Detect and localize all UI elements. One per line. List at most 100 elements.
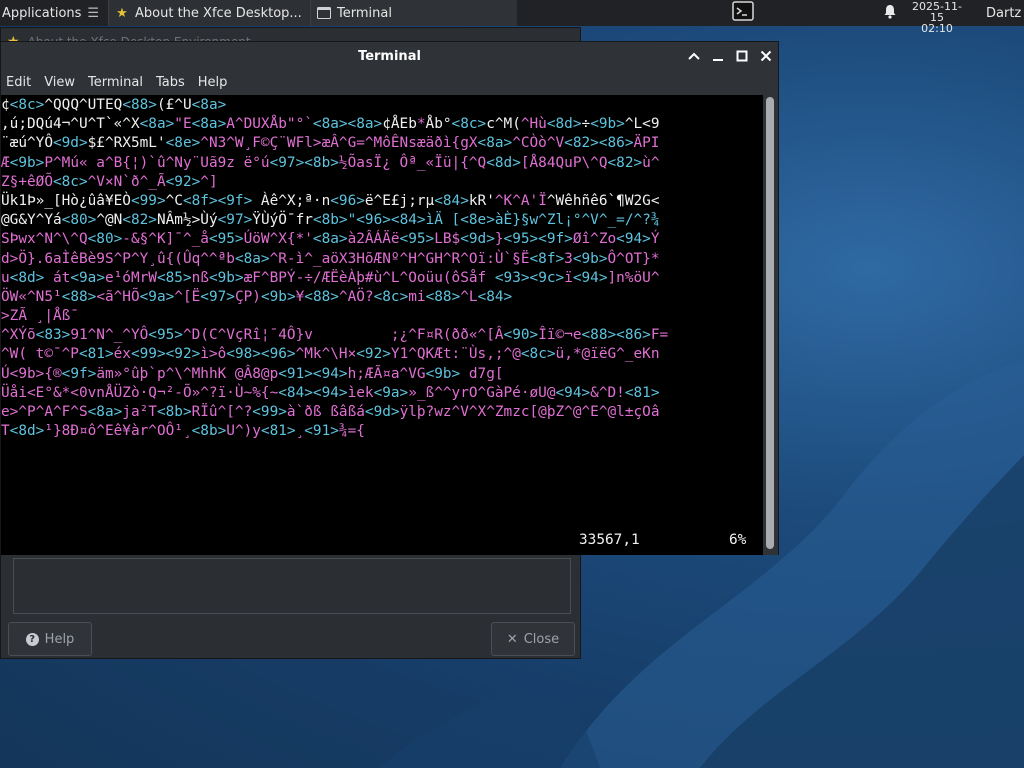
terminal-segment: <98><96> xyxy=(226,346,296,363)
terminal-line: ¢<8c>^QQQ^UTEQ<88>(£^U<8a> xyxy=(1,96,668,115)
terminal-segment: ^CÒò^V xyxy=(512,135,565,152)
terminal-segment: [Å84QuP\^Q xyxy=(520,154,608,171)
terminal-segment: ^Wêhñê6`¶W2G< xyxy=(546,192,660,209)
terminal-segment: nß xyxy=(191,269,209,286)
menu-edit[interactable]: Edit xyxy=(1,75,39,90)
clock[interactable]: 2025-11-15 02:10 xyxy=(906,1,968,34)
terminal-segment: <8d> xyxy=(9,269,45,286)
terminal-segment: Ük1Þ»_[Hò¿ûâ¥EÒ xyxy=(1,192,131,209)
terminal-segment: <97> xyxy=(217,212,253,229)
terminal-segment: <8f><9f> xyxy=(182,192,253,209)
terminal-segment: ^R-ì^_aöX3HõÆNº^H^GH^R^Oï:Ù`§Ë xyxy=(269,250,530,267)
scrollbar[interactable] xyxy=(763,95,778,555)
terminal-text: ¢<8c>^QQQ^UTEQ<88>(£^U<8a> ,ú;DQú4¬^U^T`«… xyxy=(1,96,668,441)
terminal-segment: h;ÆÃ¤a^VG xyxy=(347,365,426,382)
terminal-segment: ÇP) xyxy=(234,288,261,305)
terminal-line: ÖW«^N5¹<88><ã^HÕ<9a>^[Ë<97>ÇP)<9b>¥<88>^… xyxy=(1,288,668,307)
terminal-line: Z§+êØÕ<8c>^V×N`ð^_Ã<92>^] xyxy=(1,173,668,192)
terminal-segment: Æ xyxy=(1,154,10,171)
user-menu-button[interactable]: Dartz xyxy=(986,0,1024,26)
terminal-segment: ^C xyxy=(165,192,183,209)
taskbar-item-terminal[interactable]: Terminal xyxy=(310,0,517,26)
terminal-segment: Ô^OT}* xyxy=(607,250,660,267)
terminal-segment: <94> xyxy=(572,269,608,286)
terminal-segment: <8c> xyxy=(451,116,487,133)
terminal-segment: <9f> xyxy=(61,365,97,382)
terminal-segment: ÄPI xyxy=(633,135,660,152)
terminal-segment: <84> xyxy=(477,288,513,305)
terminal-segment: kR' xyxy=(468,192,495,209)
terminal-segment: ^[Ë xyxy=(174,288,201,305)
close-icon[interactable] xyxy=(760,50,772,62)
terminal-icon xyxy=(732,1,754,25)
terminal-segment: <80> xyxy=(87,231,123,248)
help-button[interactable]: ? Help xyxy=(8,622,92,656)
terminal-segment: Åb° xyxy=(425,116,452,133)
maximize-icon[interactable] xyxy=(736,50,748,62)
terminal-segment: <97> xyxy=(200,288,235,305)
terminal-segment: <8a> xyxy=(139,116,175,133)
close-icon: ✕ xyxy=(506,631,518,647)
terminal-segment: <8a> xyxy=(191,116,227,133)
terminal-segment: <9b> xyxy=(572,250,608,267)
minimize-icon[interactable] xyxy=(712,50,724,62)
terminal-segment: ŸÙýÖ¯fr xyxy=(252,212,313,229)
terminal-segment: c^M( xyxy=(486,116,521,133)
terminal-segment: à`ðß ßâßá xyxy=(286,404,365,420)
terminal-line: T<8d>¹}8Ð¤ô^Eê¥àr^OÔ¹¸<8b>U^)y<81>¸<91>¾… xyxy=(1,422,668,441)
terminal-segment: A^DUXÅb"°` xyxy=(226,116,313,133)
terminal-segment: ¢ xyxy=(1,97,10,113)
terminal-segment: ÖW«^N5¹ xyxy=(1,288,62,305)
terminal-segment: át xyxy=(44,269,71,286)
menu-terminal[interactable]: Terminal xyxy=(83,75,151,90)
window-title: Terminal xyxy=(358,48,421,64)
terminal-launcher-button[interactable] xyxy=(728,0,758,26)
terminal-line: Æ<9b>P^Mú« a^B{¦)`û^Ny¨Uã9z ë°ú<97><8b>½… xyxy=(1,154,668,173)
menu-view[interactable]: View xyxy=(39,75,83,90)
terminal-segment: <9a> xyxy=(139,288,175,305)
terminal-titlebar[interactable]: Terminal xyxy=(1,42,778,70)
terminal-segment: u xyxy=(1,269,10,286)
scrollbar-thumb[interactable] xyxy=(766,97,774,549)
terminal-segment: <97><8b> xyxy=(269,154,339,171)
applications-menu-button[interactable]: Applications ☰ xyxy=(0,0,108,26)
terminal-segment: ^W( t©¯^P xyxy=(1,346,79,363)
cursor-position: 33567,1 xyxy=(579,532,640,548)
notification-button[interactable] xyxy=(880,0,900,26)
taskbar-item-about[interactable]: ★ About the Xfce Desktop... xyxy=(108,0,315,26)
terminal-segment: <8b>"<96><84>ìÄ [<8e>àÈ}§w^Zl¡°^V^_=/^?¾ xyxy=(312,212,660,229)
terminal-segment: ^AÖ? xyxy=(338,288,374,305)
terminal-segment: ^XÝõ xyxy=(1,327,36,344)
menu-tabs[interactable]: Tabs xyxy=(151,75,193,90)
menubar: Edit View Terminal Tabs Help xyxy=(1,70,778,95)
terminal-segment: ¹}8Ð¤ô^Eê¥àr^OÔ¹¸ xyxy=(44,423,192,440)
terminal-line: Üåi<E°&*<0vnÅÜZò·Q¬²-Õ»^?ï·Ù~%{~<84><94>… xyxy=(1,384,668,403)
terminal-output[interactable]: ¢<8c>^QQQ^UTEQ<88>(£^U<8a> ,ú;DQú4¬^U^T`«… xyxy=(1,95,763,555)
terminal-segment: <8b> xyxy=(191,423,227,440)
terminal-segment: ja²T xyxy=(122,404,157,420)
terminal-segment: »_ß^^yrO^GàPé·øU@ xyxy=(408,384,556,401)
terminal-segment: Ý xyxy=(650,231,660,248)
terminal-segment: NÂm½>Ùý xyxy=(156,212,218,229)
terminal-segment: <8a> xyxy=(477,135,513,152)
terminal-segment: Y1^QKÆt:¨Ùs,;^@ xyxy=(390,346,521,363)
terminal-segment: ÷ xyxy=(581,116,591,133)
close-button[interactable]: ✕ Close xyxy=(491,622,575,656)
terminal-segment: mi xyxy=(408,288,426,305)
terminal-segment: <81> xyxy=(260,423,296,440)
terminal-segment: <8a> xyxy=(312,231,348,248)
terminal-segment: ^V×N`ð^_Ã xyxy=(87,173,166,190)
terminal-line: e>^P^A^F^S<8a>ja²T<8b>RÏû^[^?<99>à`ðß ßâ… xyxy=(1,403,668,422)
terminal-segment: <8c> xyxy=(9,97,45,113)
terminal-segment: <8d> xyxy=(486,154,521,171)
taskbar-item-label: Terminal xyxy=(337,5,392,21)
terminal-segment: (£^U xyxy=(156,97,192,113)
menu-help[interactable]: Help xyxy=(193,75,236,90)
terminal-segment: ¥ xyxy=(295,288,305,305)
terminal-segment: Îï©¬e xyxy=(538,327,582,344)
roll-up-icon[interactable] xyxy=(688,50,700,62)
window-controls xyxy=(688,42,772,70)
terminal-segment: <8a> xyxy=(87,404,123,420)
terminal-segment: <95> xyxy=(208,231,244,248)
terminal-segment: ï xyxy=(564,269,573,286)
